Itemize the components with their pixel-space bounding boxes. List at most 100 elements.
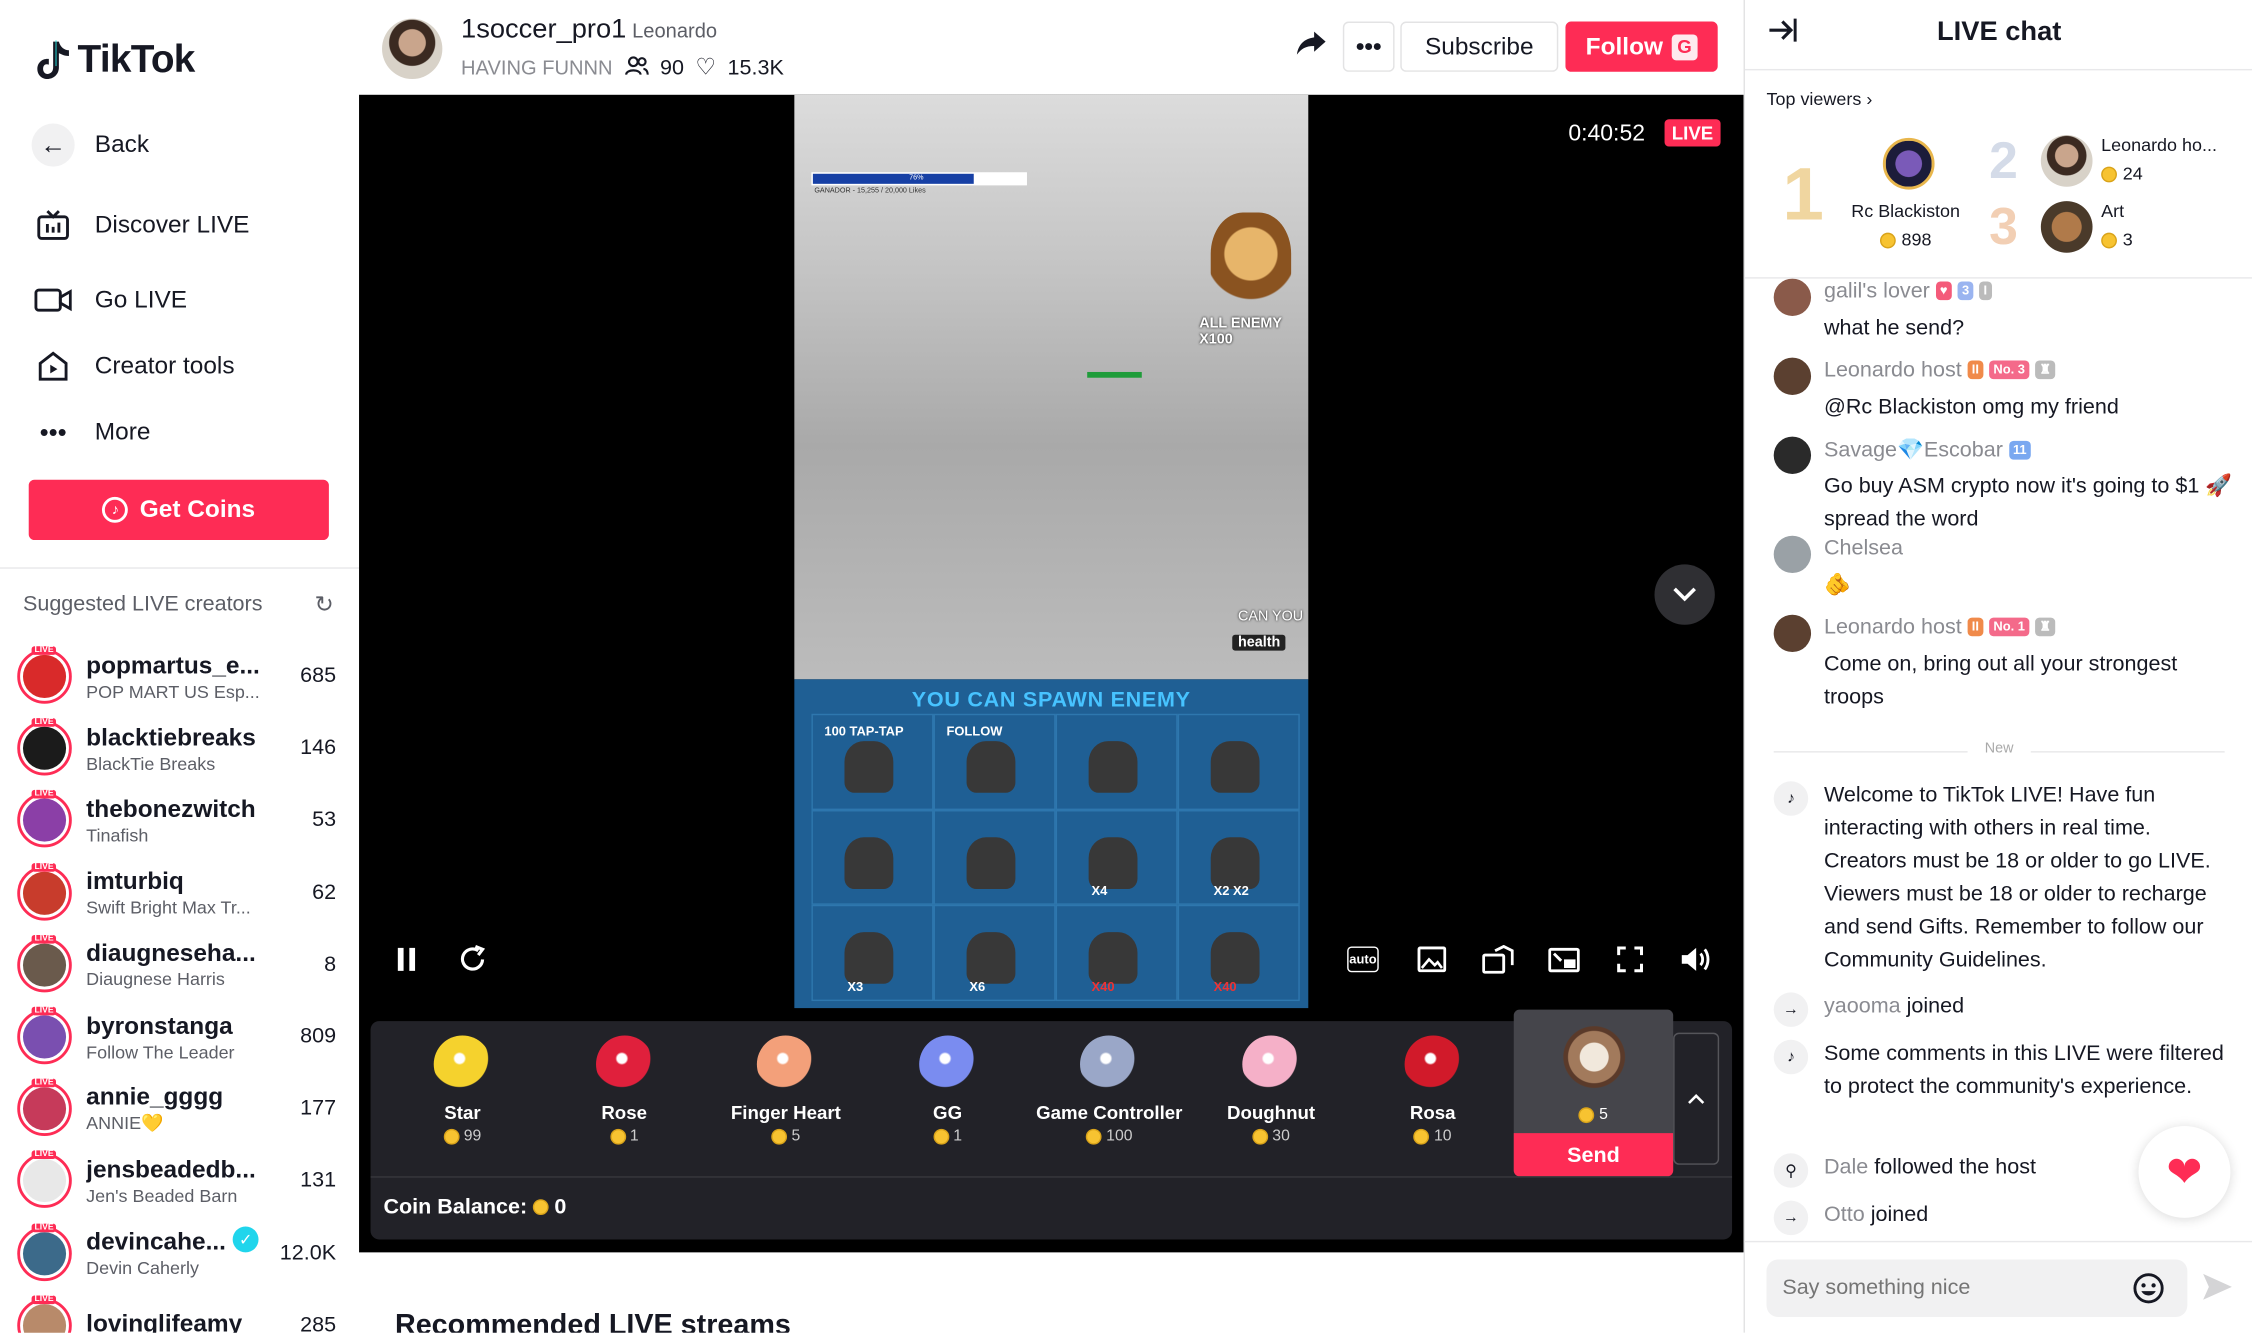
coin-icon — [1252, 1128, 1268, 1144]
auto-quality-icon[interactable]: auto — [1347, 946, 1379, 973]
enemy-figure — [1088, 836, 1138, 889]
top-viewer-1-name[interactable]: Rc Blackiston — [1851, 201, 1960, 221]
system-username[interactable]: Dale — [1824, 1155, 1868, 1179]
subscribe-button[interactable]: Subscribe — [1400, 21, 1559, 72]
suggested-creator[interactable]: LIVE jensbeadedb... Jen's Beaded Barn 131 — [17, 1145, 342, 1217]
chat-input[interactable] — [1766, 1259, 2188, 1317]
share-button[interactable] — [1285, 22, 1337, 72]
gift-name: Rosa — [1409, 1101, 1456, 1124]
chat-username-row[interactable]: Leonardo host II No. 1 ♜ — [1824, 615, 2056, 639]
suggested-creator[interactable]: LIVE blacktiebreaks BlackTie Breaks 146 — [17, 713, 342, 785]
nav-more-label: More — [94, 417, 151, 446]
chat-avatar[interactable] — [1773, 614, 1812, 653]
creator-avatar: LIVE — [17, 934, 72, 993]
top-viewer-2-avatar[interactable] — [2040, 135, 2093, 187]
suggested-creator[interactable]: LIVE thebonezwitch Tinafish 53 — [17, 785, 342, 857]
gift-item[interactable]: Finger Heart 5 — [705, 1033, 866, 1177]
suggested-creator[interactable]: LIVE popmartus_e... POP MART US Esp... 685 — [17, 641, 342, 713]
creator-subtitle: Diaugnese Harris — [86, 969, 225, 991]
gift-price: 1 — [629, 1127, 639, 1145]
pip-icon[interactable] — [1545, 941, 1582, 978]
arrow-left-icon: ← — [31, 123, 75, 167]
chat-avatar[interactable] — [1773, 278, 1812, 316]
suggested-creator[interactable]: LIVE devincahe... Devin Caherly 12.0K — [17, 1217, 342, 1289]
nav-more[interactable]: ••• More — [32, 399, 334, 465]
coin-icon — [1086, 1128, 1102, 1144]
send-gift-button[interactable]: Send — [1513, 1133, 1674, 1177]
more-options-button[interactable]: ••• — [1342, 21, 1395, 72]
tiktok-icon — [34, 38, 71, 81]
pause-icon[interactable] — [388, 941, 425, 978]
chat-avatar[interactable] — [1773, 357, 1812, 395]
nav-creator-tools[interactable]: Creator tools — [32, 333, 334, 399]
top-viewer-3-avatar[interactable] — [2040, 201, 2093, 253]
refresh-stream-icon[interactable] — [454, 941, 491, 978]
heart-badge: ♥ — [1935, 281, 1952, 301]
chat-text: what he send? — [1823, 315, 1965, 341]
gift-icon — [433, 1035, 492, 1093]
suggested-creator[interactable]: LIVE byronstanga Follow The Leader 809 — [17, 1001, 342, 1073]
suggested-creator[interactable]: LIVE imturbiq Swift Bright Max Tr... 62 — [17, 857, 342, 929]
spawn-grid: 100 TAP-TAP FOLLOW X4 X2 X2 X3 X6 X40 X40 — [811, 713, 1300, 1002]
live-video-player[interactable]: 76% GANADOR - 15,255 / 20,000 Likes ALL … — [359, 94, 1744, 1253]
suggested-creator[interactable]: LIVE lovinglifeamy 285 — [17, 1289, 342, 1333]
chat-avatar[interactable] — [1773, 436, 1812, 474]
suggested-creator[interactable]: LIVE diaugneseha... Diaugnese Harris 8 — [17, 929, 342, 1001]
live-tag: LIVE — [31, 1223, 57, 1232]
tiktok-logo[interactable]: TikTok — [34, 37, 195, 82]
spawn-multiplier: X40 — [1091, 979, 1115, 994]
top-viewer-2-name[interactable]: Leonardo ho... — [2101, 135, 2217, 155]
selected-gift-image — [1561, 1024, 1628, 1091]
system-username[interactable]: Otto — [1824, 1202, 1865, 1226]
creator-name: byronstanga — [86, 1011, 233, 1040]
avatar-image — [22, 943, 67, 987]
gift-item[interactable]: Rosa 10 — [1352, 1033, 1513, 1177]
system-text: Welcome to TikTok LIVE! Have fun interac… — [1823, 782, 2211, 973]
send-message-icon[interactable] — [2202, 1272, 2234, 1309]
top-viewer-3-name[interactable]: Art — [2101, 201, 2124, 221]
gift-item[interactable]: Star 99 — [382, 1033, 543, 1177]
enemy-figure — [966, 836, 1016, 889]
get-coins-button[interactable]: ♪ Get Coins — [28, 479, 329, 541]
rank-badge: No. 1 — [1989, 617, 2030, 637]
chat-username-row[interactable]: Chelsea — [1824, 536, 1903, 560]
like-heart-button[interactable]: ❤ — [2138, 1125, 2231, 1218]
chevron-up-icon[interactable] — [1673, 1032, 1720, 1165]
nav-go-live[interactable]: Go LIVE — [32, 267, 334, 333]
gift-item[interactable]: GG 1 — [867, 1033, 1028, 1177]
tv-icon — [32, 204, 75, 247]
nav-discover-live[interactable]: Discover LIVE — [32, 192, 334, 258]
live-tag: LIVE — [31, 1078, 57, 1088]
host-username-row[interactable]: 1soccer_pro1 Leonardo — [461, 14, 717, 46]
follow-button[interactable]: Follow G — [1565, 21, 1718, 72]
nav-back-label: Back — [94, 130, 150, 158]
gift-item[interactable]: Rose 1 — [544, 1033, 705, 1177]
gift-name: Doughnut — [1226, 1101, 1316, 1124]
top-viewer-1-avatar[interactable] — [1882, 137, 1935, 190]
chat-username: Savage💎Escobar — [1823, 438, 2003, 463]
gift-price-row: 1 — [867, 1127, 1028, 1145]
enemy-figure — [844, 932, 894, 985]
gift-item[interactable]: Game Controller 100 — [1029, 1033, 1190, 1177]
chat-avatar[interactable] — [1773, 535, 1812, 574]
chat-username-row[interactable]: Leonardo host II No. 3 ♜ — [1824, 358, 2056, 382]
chat-username-row[interactable]: Savage💎Escobar 11 — [1823, 437, 2031, 463]
emoji-icon[interactable] — [2133, 1272, 2165, 1312]
fullscreen-icon[interactable] — [1611, 941, 1648, 978]
chevron-down-icon[interactable] — [1654, 564, 1715, 625]
picture-icon[interactable] — [1413, 941, 1450, 978]
refresh-icon[interactable]: ↻ — [315, 590, 334, 619]
suggested-creator[interactable]: LIVE annie_gggg ANNIE💛 177 — [17, 1073, 342, 1145]
system-username[interactable]: yaooma — [1824, 994, 1901, 1018]
chat-username-row[interactable]: galil's lover ♥ 3 I — [1824, 279, 1992, 303]
top-viewers-link[interactable]: Top viewers › — [1767, 89, 1873, 109]
rotate-screen-icon[interactable] — [1479, 941, 1516, 978]
nav-back[interactable]: ← Back — [31, 112, 334, 178]
host-avatar[interactable] — [382, 18, 443, 79]
gift-item[interactable]: Doughnut 30 — [1191, 1033, 1352, 1177]
gift-name: Finger Heart — [730, 1101, 841, 1124]
tiktok-icon: ♪ — [1773, 781, 1809, 816]
green-health-line — [1087, 371, 1142, 378]
volume-icon[interactable] — [1677, 941, 1714, 978]
chat-text: 🫵 — [1823, 573, 1851, 598]
